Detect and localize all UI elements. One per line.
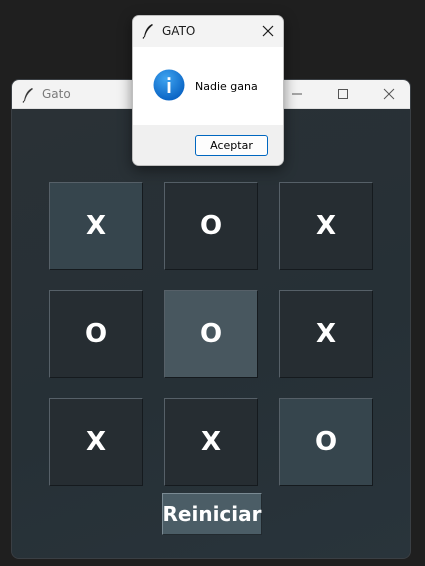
feather-icon xyxy=(22,88,33,103)
dialog-close-button[interactable] xyxy=(257,20,279,42)
board-cell-1[interactable]: O xyxy=(164,182,258,270)
reset-button[interactable]: Reiniciar xyxy=(162,493,262,535)
board-cell-7[interactable]: X xyxy=(164,398,258,486)
cell-mark: O xyxy=(84,319,108,349)
cell-mark: X xyxy=(200,427,222,457)
window-title: Gato xyxy=(42,87,71,101)
cell-mark: X xyxy=(315,211,337,241)
cell-mark: X xyxy=(85,427,107,457)
dialog-title: GATO xyxy=(162,24,196,38)
feather-icon xyxy=(142,24,153,39)
close-icon xyxy=(262,25,274,37)
cell-mark: O xyxy=(199,319,223,349)
game-area: X O X O O X X X O Reiniciar xyxy=(12,109,410,558)
dialog-footer: Aceptar xyxy=(133,125,283,165)
ok-button[interactable]: Aceptar xyxy=(195,135,268,156)
cell-mark: O xyxy=(199,211,223,241)
dialog-message: Nadie gana xyxy=(195,80,258,93)
info-icon xyxy=(153,69,185,101)
board-cell-8[interactable]: O xyxy=(279,398,373,486)
maximize-button[interactable] xyxy=(320,80,366,108)
board-cell-2[interactable]: X xyxy=(279,182,373,270)
cell-mark: X xyxy=(315,319,337,349)
dialog-titlebar[interactable]: GATO xyxy=(133,16,283,47)
board-cell-6[interactable]: X xyxy=(49,398,143,486)
message-dialog: GATO Nadie gana Aceptar xyxy=(132,15,284,166)
board-cell-4[interactable]: O xyxy=(164,290,258,378)
board-cell-3[interactable]: O xyxy=(49,290,143,378)
close-icon xyxy=(383,88,395,100)
dialog-body: Nadie gana xyxy=(133,47,283,125)
close-button[interactable] xyxy=(366,80,410,108)
maximize-icon xyxy=(338,89,348,99)
minimize-icon xyxy=(292,93,302,95)
board-cell-0[interactable]: X xyxy=(49,182,143,270)
cell-mark: X xyxy=(85,211,107,241)
board-cell-5[interactable]: X xyxy=(279,290,373,378)
cell-mark: O xyxy=(314,427,338,457)
desktop: Gato X O X O O X X X O Reiniciar GATO Na… xyxy=(0,0,425,566)
